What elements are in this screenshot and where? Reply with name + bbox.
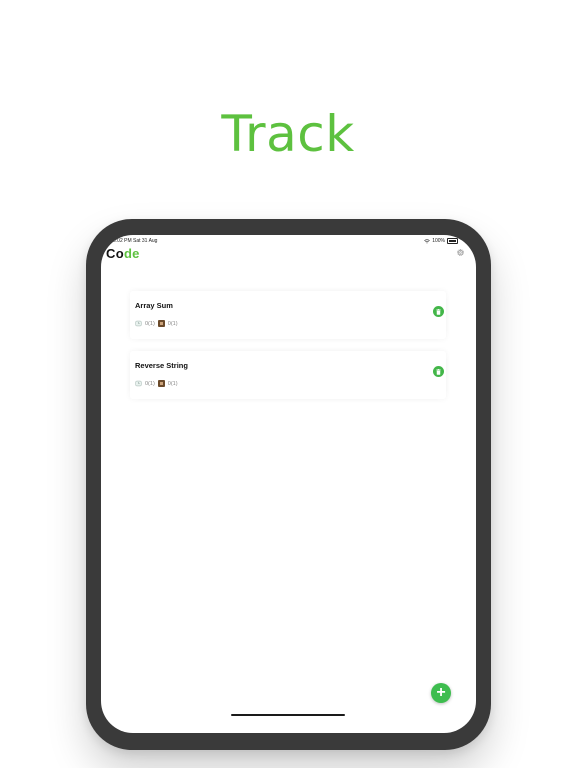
time-complexity: 0(1) xyxy=(145,380,155,387)
tablet-frame: 5:02 PM Sat 31 Aug 100% Code Array Sum 0… xyxy=(86,219,491,750)
task-meta: 0(1) 0(1) xyxy=(135,320,178,327)
task-card[interactable]: Array Sum 0(1) 0(1) xyxy=(130,291,446,339)
headline: Track xyxy=(221,105,355,163)
status-bar: 5:02 PM Sat 31 Aug 100% xyxy=(101,237,476,245)
gear-icon[interactable] xyxy=(456,248,465,257)
space-complexity: 0(1) xyxy=(167,320,178,327)
trash-icon xyxy=(436,368,441,375)
task-list: Array Sum 0(1) 0(1) Reverse String 0(1) … xyxy=(130,291,446,411)
task-card[interactable]: Reverse String 0(1) 0(1) xyxy=(130,351,446,399)
box-icon xyxy=(157,380,165,387)
box-icon xyxy=(157,320,165,327)
delete-button[interactable] xyxy=(433,306,444,317)
app-title-part2: de xyxy=(123,246,140,261)
battery-icon xyxy=(447,238,458,244)
clock-icon xyxy=(135,380,142,387)
status-date: Sat 31 Aug xyxy=(133,238,158,244)
time-complexity: 0(1) xyxy=(145,320,155,327)
add-button[interactable]: + xyxy=(431,683,451,703)
clock-icon xyxy=(135,320,142,327)
task-name: Array Sum xyxy=(135,301,173,310)
status-time: 5:02 PM xyxy=(113,238,132,244)
app-title: Code xyxy=(106,246,140,261)
task-name: Reverse String xyxy=(135,361,188,370)
wifi-icon xyxy=(424,238,431,243)
task-meta: 0(1) 0(1) xyxy=(135,380,178,387)
home-indicator[interactable] xyxy=(231,714,345,716)
app-screen: 5:02 PM Sat 31 Aug 100% Code Array Sum 0… xyxy=(101,235,476,733)
status-indicators: 100% xyxy=(424,238,458,244)
app-title-part1: Co xyxy=(106,246,124,261)
trash-icon xyxy=(436,308,441,315)
plus-icon: + xyxy=(436,683,446,701)
space-complexity: 0(1) xyxy=(167,380,178,387)
delete-button[interactable] xyxy=(433,366,444,377)
battery-percent: 100% xyxy=(432,238,445,244)
